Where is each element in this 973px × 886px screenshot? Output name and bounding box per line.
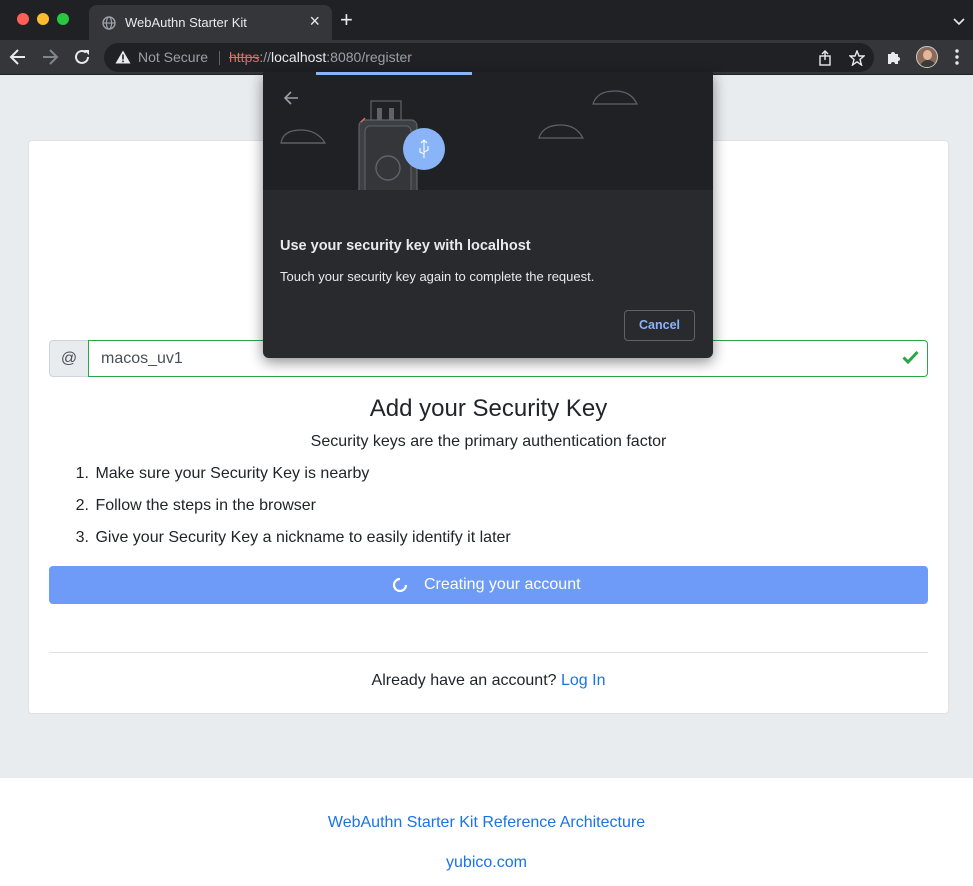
steps-list: 1. Make sure your Security Key is nearby… [71,465,511,561]
share-icon[interactable] [818,50,832,71]
tab-bar: WebAuthn Starter Kit × + [0,0,973,40]
list-item: 3. Give your Security Key a nickname to … [75,529,511,546]
extensions-puzzle-icon[interactable] [886,49,903,71]
footer: WebAuthn Starter Kit Reference Architect… [0,778,973,886]
maximize-window-button[interactable] [57,13,69,25]
warning-icon[interactable] [115,50,131,69]
yubico-link[interactable]: yubico.com [0,854,973,872]
more-menu-icon[interactable] [955,49,959,70]
login-link[interactable]: Log In [561,672,605,689]
address-bar[interactable]: Not Secure https://localhost:8080/regist… [104,43,874,72]
security-key-dialog: Use your security key with localhost Tou… [263,72,713,358]
login-prompt: Already have an account? Log In [371,672,606,689]
security-key-illustration [263,72,713,190]
dialog-title: Use your security key with localhost [280,238,531,254]
list-item: 1. Make sure your Security Key is nearby [75,465,370,482]
create-account-label: Creating your account [424,576,581,593]
valid-check-icon [902,350,919,369]
reference-architecture-link[interactable]: WebAuthn Starter Kit Reference Architect… [0,814,973,832]
page-subtext: Security keys are the primary authentica… [310,433,667,450]
create-account-button[interactable]: Creating your account [49,566,928,604]
close-window-button[interactable] [17,13,29,25]
forward-arrow-icon[interactable] [41,48,59,71]
tab-search-chevron-icon[interactable] [953,13,965,31]
tab-close-icon[interactable]: × [309,12,320,30]
minimize-window-button[interactable] [37,13,49,25]
list-item: 2. Follow the steps in the browser [75,497,316,514]
browser-tab[interactable]: WebAuthn Starter Kit × [89,5,332,40]
divider [49,652,928,653]
security-key-art-icon [280,90,638,190]
globe-icon [102,16,116,35]
tab-title: WebAuthn Starter Kit [125,15,247,30]
bookmark-star-icon[interactable] [848,49,866,71]
browser-toolbar: Not Secure https://localhost:8080/regist… [0,40,973,75]
page-heading: Add your Security Key [369,395,608,422]
loading-spinner-icon [392,577,408,598]
at-prefix: @ [49,340,89,377]
profile-avatar[interactable] [916,46,938,68]
omnibox-divider [219,51,220,65]
cancel-button[interactable]: Cancel [624,310,695,341]
dialog-description: Touch your security key again to complet… [280,269,595,284]
new-tab-button[interactable]: + [340,9,353,31]
back-arrow-icon[interactable] [9,48,27,71]
url-text[interactable]: https://localhost:8080/register [229,49,412,65]
reload-icon[interactable] [73,48,91,71]
not-secure-label[interactable]: Not Secure [138,49,208,65]
